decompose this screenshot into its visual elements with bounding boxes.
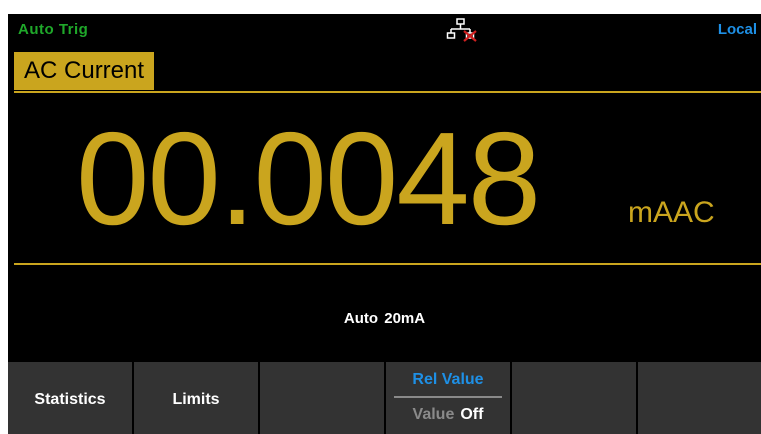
statistics-softkey-label: Statistics xyxy=(34,391,106,408)
measurement-function-label: AC Current xyxy=(14,52,155,90)
rel-value-options: Value Off xyxy=(386,404,510,426)
rel-value-softkey-title: Rel Value xyxy=(412,371,484,388)
rel-value-option-off: Off xyxy=(460,406,484,423)
divider-top xyxy=(14,91,761,93)
empty-softkey-5[interactable] xyxy=(512,362,636,434)
limits-softkey[interactable]: Limits xyxy=(134,362,258,434)
statistics-softkey[interactable]: Statistics xyxy=(8,362,132,434)
empty-softkey-6[interactable] xyxy=(638,362,761,434)
main-reading: 00.0048 xyxy=(76,105,541,252)
reading-unit: mAAC xyxy=(628,196,715,229)
status-bar: Auto Trig Local xyxy=(8,14,761,44)
range-indicator: Auto 20mA xyxy=(343,310,426,327)
trigger-mode-indicator: Auto Trig xyxy=(18,21,89,38)
instrument-display: Auto Trig Local AC Current 00.0048 mAAC … xyxy=(8,14,761,434)
rel-value-separator xyxy=(394,396,502,398)
rel-value-option-value: Value xyxy=(412,406,455,423)
empty-softkey-3[interactable] xyxy=(260,362,384,434)
rel-value-softkey[interactable]: Rel Value Value Off xyxy=(386,362,510,434)
softkey-bar: Statistics Limits Rel Value Value Off xyxy=(8,362,761,434)
divider-bottom xyxy=(14,263,761,265)
limits-softkey-label: Limits xyxy=(172,391,220,408)
network-disconnected-icon xyxy=(446,18,477,42)
remote-status-indicator: Local xyxy=(717,21,757,38)
screen: Auto Trig Local AC Current 00.0048 mAAC … xyxy=(0,0,761,434)
